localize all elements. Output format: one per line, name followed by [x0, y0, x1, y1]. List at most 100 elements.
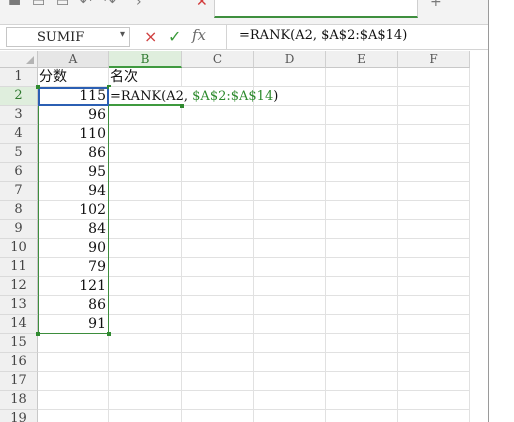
range-handle-top-left[interactable] — [36, 85, 40, 89]
cell-f4[interactable] — [398, 125, 470, 144]
cell-e8[interactable] — [326, 201, 398, 220]
cell-a2[interactable]: 115 — [38, 87, 109, 106]
cell-a15[interactable] — [38, 334, 109, 353]
cell-f9[interactable] — [398, 220, 470, 239]
row-header-9[interactable]: 9 — [0, 220, 38, 239]
row-header-17[interactable]: 17 — [0, 372, 38, 391]
cell-c3[interactable] — [182, 106, 254, 125]
range-handle-bottom-right[interactable] — [107, 332, 111, 336]
cell-e3[interactable] — [326, 106, 398, 125]
cell-e19[interactable] — [326, 410, 398, 422]
row-header-11[interactable]: 11 — [0, 258, 38, 277]
cell-e11[interactable] — [326, 258, 398, 277]
cell-c5[interactable] — [182, 144, 254, 163]
cell-b9[interactable] — [109, 220, 182, 239]
cell-a10[interactable]: 90 — [38, 239, 109, 258]
cell-b18[interactable] — [109, 391, 182, 410]
cell-e17[interactable] — [326, 372, 398, 391]
cell-e18[interactable] — [326, 391, 398, 410]
cell-e12[interactable] — [326, 277, 398, 296]
cell-c6[interactable] — [182, 163, 254, 182]
cell-f17[interactable] — [398, 372, 470, 391]
worksheet-grid[interactable]: ABCDEF 1 2 3 4 5 6 7 8 9 10 11 12 13 14 15 16 17 18 19 分数名… — [0, 51, 488, 422]
cell-d1[interactable] — [254, 68, 326, 87]
dropdown-arrow-icon[interactable]: ▾ — [120, 29, 125, 40]
cell-d13[interactable] — [254, 296, 326, 315]
cell-c15[interactable] — [182, 334, 254, 353]
range-handle-bottom-left[interactable] — [36, 332, 40, 336]
cell-a3[interactable]: 96 — [38, 106, 109, 125]
cell-a14[interactable]: 91 — [38, 315, 109, 334]
fill-handle[interactable] — [180, 104, 184, 108]
cell-f18[interactable] — [398, 391, 470, 410]
cancel-icon[interactable]: × — [144, 27, 157, 46]
cell-c14[interactable] — [182, 315, 254, 334]
cell-c1[interactable] — [182, 68, 254, 87]
cell-d15[interactable] — [254, 334, 326, 353]
column-header-a[interactable]: A — [38, 51, 109, 68]
cell-a6[interactable]: 95 — [38, 163, 109, 182]
cell-e15[interactable] — [326, 334, 398, 353]
chevron-icon[interactable]: › — [136, 0, 142, 10]
cell-d14[interactable] — [254, 315, 326, 334]
menu-icon[interactable]: ▬ — [8, 0, 21, 10]
cell-f11[interactable] — [398, 258, 470, 277]
cell-c19[interactable] — [182, 410, 254, 422]
row-header-3[interactable]: 3 — [0, 106, 38, 125]
new-tab-icon[interactable]: + — [430, 0, 442, 10]
formula-input[interactable]: =RANK(A2, $A$2:$A$14) — [226, 25, 488, 49]
row-header-18[interactable]: 18 — [0, 391, 38, 410]
cell-e1[interactable] — [326, 68, 398, 87]
cell-f13[interactable] — [398, 296, 470, 315]
cell-b3[interactable] — [109, 106, 182, 125]
cell-d18[interactable] — [254, 391, 326, 410]
cell-b1[interactable]: 名次 — [109, 68, 182, 87]
cell-a13[interactable]: 86 — [38, 296, 109, 315]
cell-a8[interactable]: 102 — [38, 201, 109, 220]
cell-d8[interactable] — [254, 201, 326, 220]
cell-b6[interactable] — [109, 163, 182, 182]
cell-e16[interactable] — [326, 353, 398, 372]
row-header-12[interactable]: 12 — [0, 277, 38, 296]
column-header-d[interactable]: D — [254, 51, 326, 68]
cell-b7[interactable] — [109, 182, 182, 201]
cell-a16[interactable] — [38, 353, 109, 372]
cell-c17[interactable] — [182, 372, 254, 391]
cell-d5[interactable] — [254, 144, 326, 163]
cell-b8[interactable] — [109, 201, 182, 220]
row-header-2[interactable]: 2 — [0, 87, 38, 106]
cell-d16[interactable] — [254, 353, 326, 372]
cell-a1[interactable]: 分数 — [38, 68, 109, 87]
cell-f1[interactable] — [398, 68, 470, 87]
row-header-13[interactable]: 13 — [0, 296, 38, 315]
cell-c16[interactable] — [182, 353, 254, 372]
row-header-7[interactable]: 7 — [0, 182, 38, 201]
cell-d11[interactable] — [254, 258, 326, 277]
cell-a11[interactable]: 79 — [38, 258, 109, 277]
cell-c18[interactable] — [182, 391, 254, 410]
cell-f14[interactable] — [398, 315, 470, 334]
select-all-corner[interactable] — [0, 51, 38, 68]
cell-d4[interactable] — [254, 125, 326, 144]
row-header-10[interactable]: 10 — [0, 239, 38, 258]
cell-f16[interactable] — [398, 353, 470, 372]
row-header-19[interactable]: 19 — [0, 410, 38, 422]
cell-d3[interactable] — [254, 106, 326, 125]
cell-f2[interactable] — [398, 87, 470, 106]
cell-a4[interactable]: 110 — [38, 125, 109, 144]
cell-b12[interactable] — [109, 277, 182, 296]
cell-b13[interactable] — [109, 296, 182, 315]
cell-c9[interactable] — [182, 220, 254, 239]
cell-c7[interactable] — [182, 182, 254, 201]
column-header-b[interactable]: B — [109, 51, 182, 68]
cell-c11[interactable] — [182, 258, 254, 277]
column-header-c[interactable]: C — [182, 51, 254, 68]
cell-a12[interactable]: 121 — [38, 277, 109, 296]
cell-c10[interactable] — [182, 239, 254, 258]
cell-f3[interactable] — [398, 106, 470, 125]
cell-b11[interactable] — [109, 258, 182, 277]
cell-e14[interactable] — [326, 315, 398, 334]
cell-a17[interactable] — [38, 372, 109, 391]
cell-e5[interactable] — [326, 144, 398, 163]
cell-f12[interactable] — [398, 277, 470, 296]
